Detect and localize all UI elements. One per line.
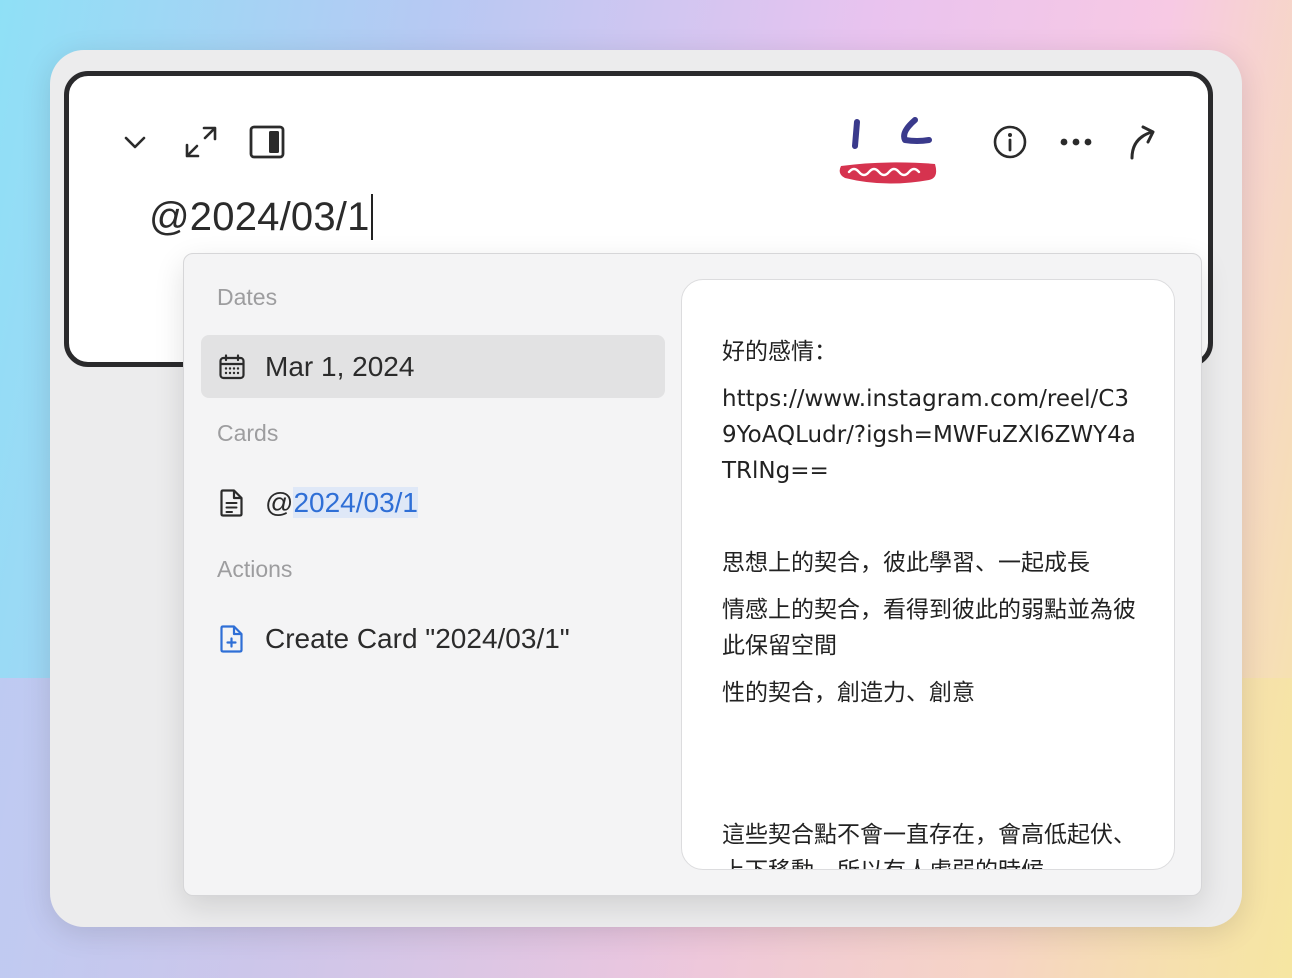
new-document-icon	[217, 624, 247, 654]
chevron-down-icon[interactable]	[115, 122, 155, 162]
face-doodle-icon	[839, 117, 937, 184]
preview-line-3: 性的契合，創造力、創意	[722, 680, 975, 706]
card-option[interactable]: @2024/03/1	[201, 471, 665, 534]
create-card-label: Create Card "2024/03/1"	[265, 622, 570, 654]
date-option-label: Mar 1, 2024	[265, 350, 415, 382]
text-caret	[370, 194, 373, 240]
section-dates: Dates	[217, 284, 278, 310]
avatar[interactable]	[835, 116, 939, 190]
ellipsis-icon[interactable]	[1056, 122, 1096, 162]
card-option-label: @2024/03/1	[265, 486, 419, 519]
section-cards: Cards	[217, 420, 279, 446]
create-card-option[interactable]: Create Card "2024/03/1"	[201, 607, 665, 670]
section-actions: Actions	[217, 556, 293, 582]
document-icon	[217, 488, 247, 518]
card-preview-panel[interactable]: 好的感情： https://www.instagram.com/reel/C39…	[681, 279, 1175, 870]
side-panel-icon[interactable]	[247, 122, 287, 162]
card-title-input[interactable]: @2024/03/1	[149, 194, 373, 240]
preview-line-2: 情感上的契合，看得到彼此的弱點並為彼此保留空間	[722, 597, 1136, 659]
calendar-icon	[217, 352, 247, 382]
date-option[interactable]: Mar 1, 2024	[201, 335, 665, 398]
expand-arrows-icon[interactable]	[181, 122, 221, 162]
share-arrow-icon[interactable]	[1122, 122, 1162, 162]
preview-heading: 好的感情：	[722, 339, 837, 365]
card-option-prefix: @	[265, 486, 294, 518]
title-text: @2024/03/1	[149, 194, 370, 239]
info-icon[interactable]	[990, 122, 1030, 162]
preview-link[interactable]: https://www.instagram.com/reel/C39YoAQLu…	[722, 381, 1142, 489]
card-option-match: 2024/03/1	[293, 486, 419, 518]
preview-line-1: 思想上的契合，彼此學習、一起成長	[722, 550, 1090, 576]
mention-suggestions-popup: Dates Mar 1, 2024 Cards @2024/03/1 Actio…	[183, 253, 1202, 896]
preview-line-4: 這些契合點不會一直存在，會高低起伏、上下移動，所以有人虛弱的時候，	[722, 822, 1136, 869]
